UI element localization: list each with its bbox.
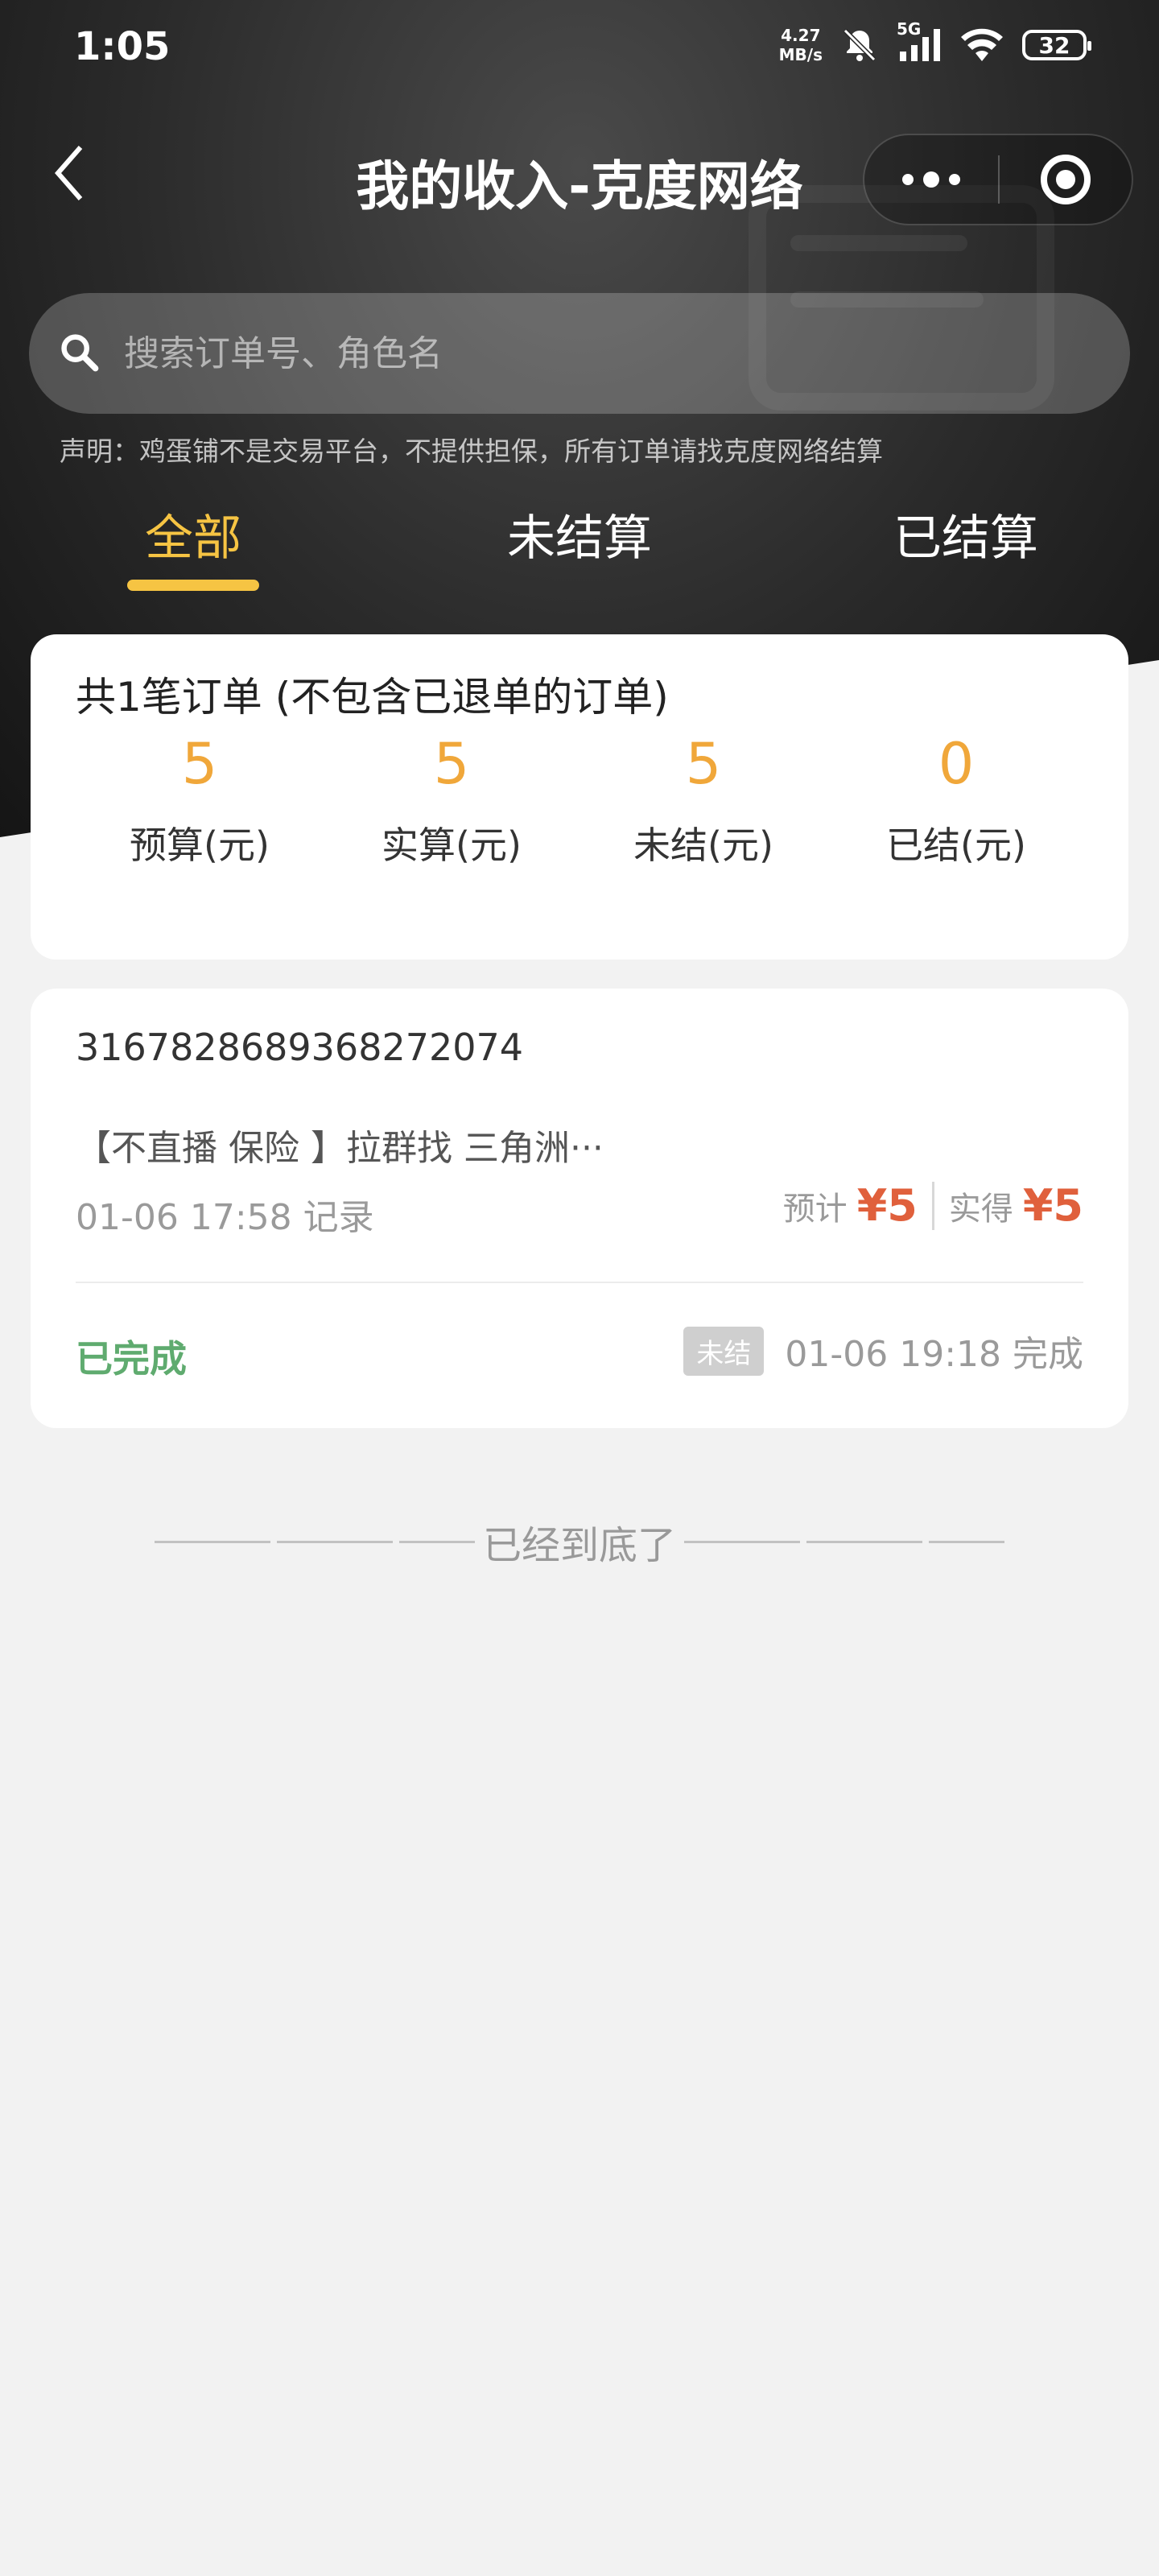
order-number: 3167828689368272074 (76, 1026, 524, 1069)
tab-bar: 全部 未结算 已结算 (0, 499, 1159, 596)
expected-label: 预计 (782, 1190, 848, 1228)
stat-actual: 5 实算(元) (355, 731, 548, 869)
order-settlement: 未结 01-06 19:18 完成 (683, 1325, 1083, 1377)
net-speed: 4.27 MB/s (778, 26, 823, 64)
divider (684, 1540, 800, 1543)
divider (76, 1282, 1083, 1283)
stat-value: 5 (433, 731, 470, 797)
order-card[interactable]: 3167828689368272074 【不直播 保险 】拉群找 三角洲··· … (31, 989, 1128, 1428)
mini-program-capsule (863, 134, 1133, 225)
search-icon (58, 331, 100, 376)
order-amounts: 预计 ¥5 实得 ¥5 (783, 1180, 1083, 1231)
stat-settled: 0 已结(元) (860, 731, 1053, 869)
summary-card: 共1笔订单 (不包含已退单的订单) 5 预算(元) 5 实算(元) 5 未结(元… (31, 634, 1128, 960)
target-icon (1041, 155, 1091, 204)
tab-settled[interactable]: 已结算 (845, 499, 1087, 569)
stat-value: 5 (181, 731, 218, 797)
end-of-list: 已经到底了 (0, 1513, 1159, 1570)
amount-divider (931, 1181, 934, 1230)
status-time: 1:05 (74, 24, 171, 69)
order-name: 【不直播 保险 】拉群找 三角洲··· (76, 1128, 604, 1169)
end-of-list-text: 已经到底了 (482, 1523, 676, 1568)
stat-label: 未结(元) (633, 824, 773, 867)
search-bar[interactable] (29, 293, 1130, 414)
divider (276, 1540, 393, 1543)
order-record-time: 01-06 17:58 记录 (76, 1197, 374, 1238)
summary-title: 共1笔订单 (不包含已退单的订单) (76, 674, 669, 720)
status-icons: 4.27 MB/s 5G 32 (778, 19, 1091, 64)
signal-icon: 5G (897, 19, 942, 64)
disclaimer-text: 声明：鸡蛋铺不是交易平台，不提供担保，所有订单请找克度网络结算 (60, 436, 883, 467)
more-button[interactable] (864, 171, 998, 188)
tab-unsettled[interactable]: 未结算 (459, 499, 700, 569)
order-finish-time: 01-06 19:18 完成 (785, 1334, 1083, 1375)
divider (154, 1540, 270, 1543)
status-badge: 未结 (683, 1326, 765, 1376)
search-input[interactable] (124, 332, 1090, 374)
stat-label: 已结(元) (886, 824, 1026, 867)
stat-label: 预算(元) (130, 824, 270, 867)
stat-value: 5 (685, 731, 722, 797)
stat-unsettled: 5 未结(元) (607, 731, 800, 869)
actual-label: 实得 (948, 1190, 1013, 1228)
status-bar: 1:05 4.27 MB/s 5G 32 (0, 0, 1159, 97)
stat-value: 0 (938, 731, 975, 797)
close-mini-program-button[interactable] (1000, 155, 1132, 204)
battery-icon: 32 (1022, 30, 1091, 60)
mute-bell-icon (840, 26, 879, 64)
wifi-icon (959, 26, 1004, 64)
order-status: 已完成 (76, 1337, 187, 1381)
tab-all[interactable]: 全部 (72, 499, 314, 569)
divider (929, 1540, 1004, 1543)
active-tab-indicator (127, 580, 259, 591)
stat-budget: 5 预算(元) (103, 731, 296, 869)
expected-amount: ¥5 (856, 1180, 918, 1231)
divider (806, 1540, 922, 1543)
divider (398, 1540, 475, 1543)
actual-amount: ¥5 (1022, 1180, 1083, 1231)
stat-label: 实算(元) (382, 824, 522, 867)
